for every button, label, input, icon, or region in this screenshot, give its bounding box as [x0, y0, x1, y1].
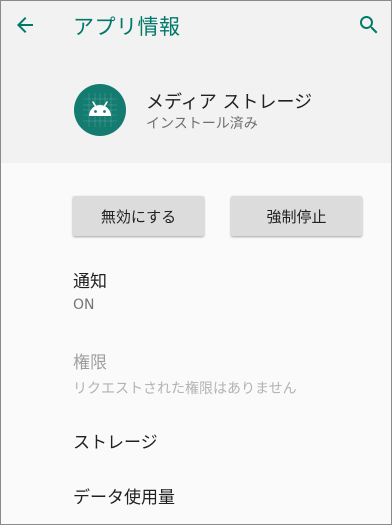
app-info-screen: アプリ情報 メディア ストレージ インストール済み 無効にする 強制停止 通知 …: [0, 0, 392, 525]
app-name: メディア ストレージ: [146, 92, 313, 113]
permissions-setting[interactable]: 権限 リクエストされた権限はありません: [73, 348, 373, 398]
arrow-back-icon: [17, 17, 33, 33]
page-title: アプリ情報: [73, 15, 181, 39]
back-button[interactable]: [9, 9, 41, 41]
data-usage-setting[interactable]: データ使用量: [73, 483, 373, 508]
permissions-summary: リクエストされた権限はありません: [73, 381, 297, 397]
search-button[interactable]: [353, 9, 385, 41]
app-icon: [74, 84, 126, 136]
storage-setting[interactable]: ストレージ: [73, 428, 373, 453]
android-icon: [83, 93, 117, 127]
notifications-title: 通知: [73, 272, 107, 292]
permissions-title: 権限: [73, 353, 107, 373]
app-install-status: インストール済み: [146, 116, 258, 132]
disable-button[interactable]: 無効にする: [73, 196, 204, 236]
search-icon: [360, 16, 378, 34]
notifications-setting[interactable]: 通知 ON: [73, 267, 373, 313]
force-stop-button[interactable]: 強制停止: [231, 196, 362, 236]
data-usage-title: データ使用量: [73, 488, 175, 508]
app-header: メディア ストレージ インストール済み: [1, 71, 391, 151]
header-area: アプリ情報 メディア ストレージ インストール済み: [1, 1, 391, 163]
toolbar: アプリ情報: [1, 1, 391, 53]
storage-title: ストレージ: [73, 433, 158, 453]
notifications-summary: ON: [73, 297, 95, 313]
